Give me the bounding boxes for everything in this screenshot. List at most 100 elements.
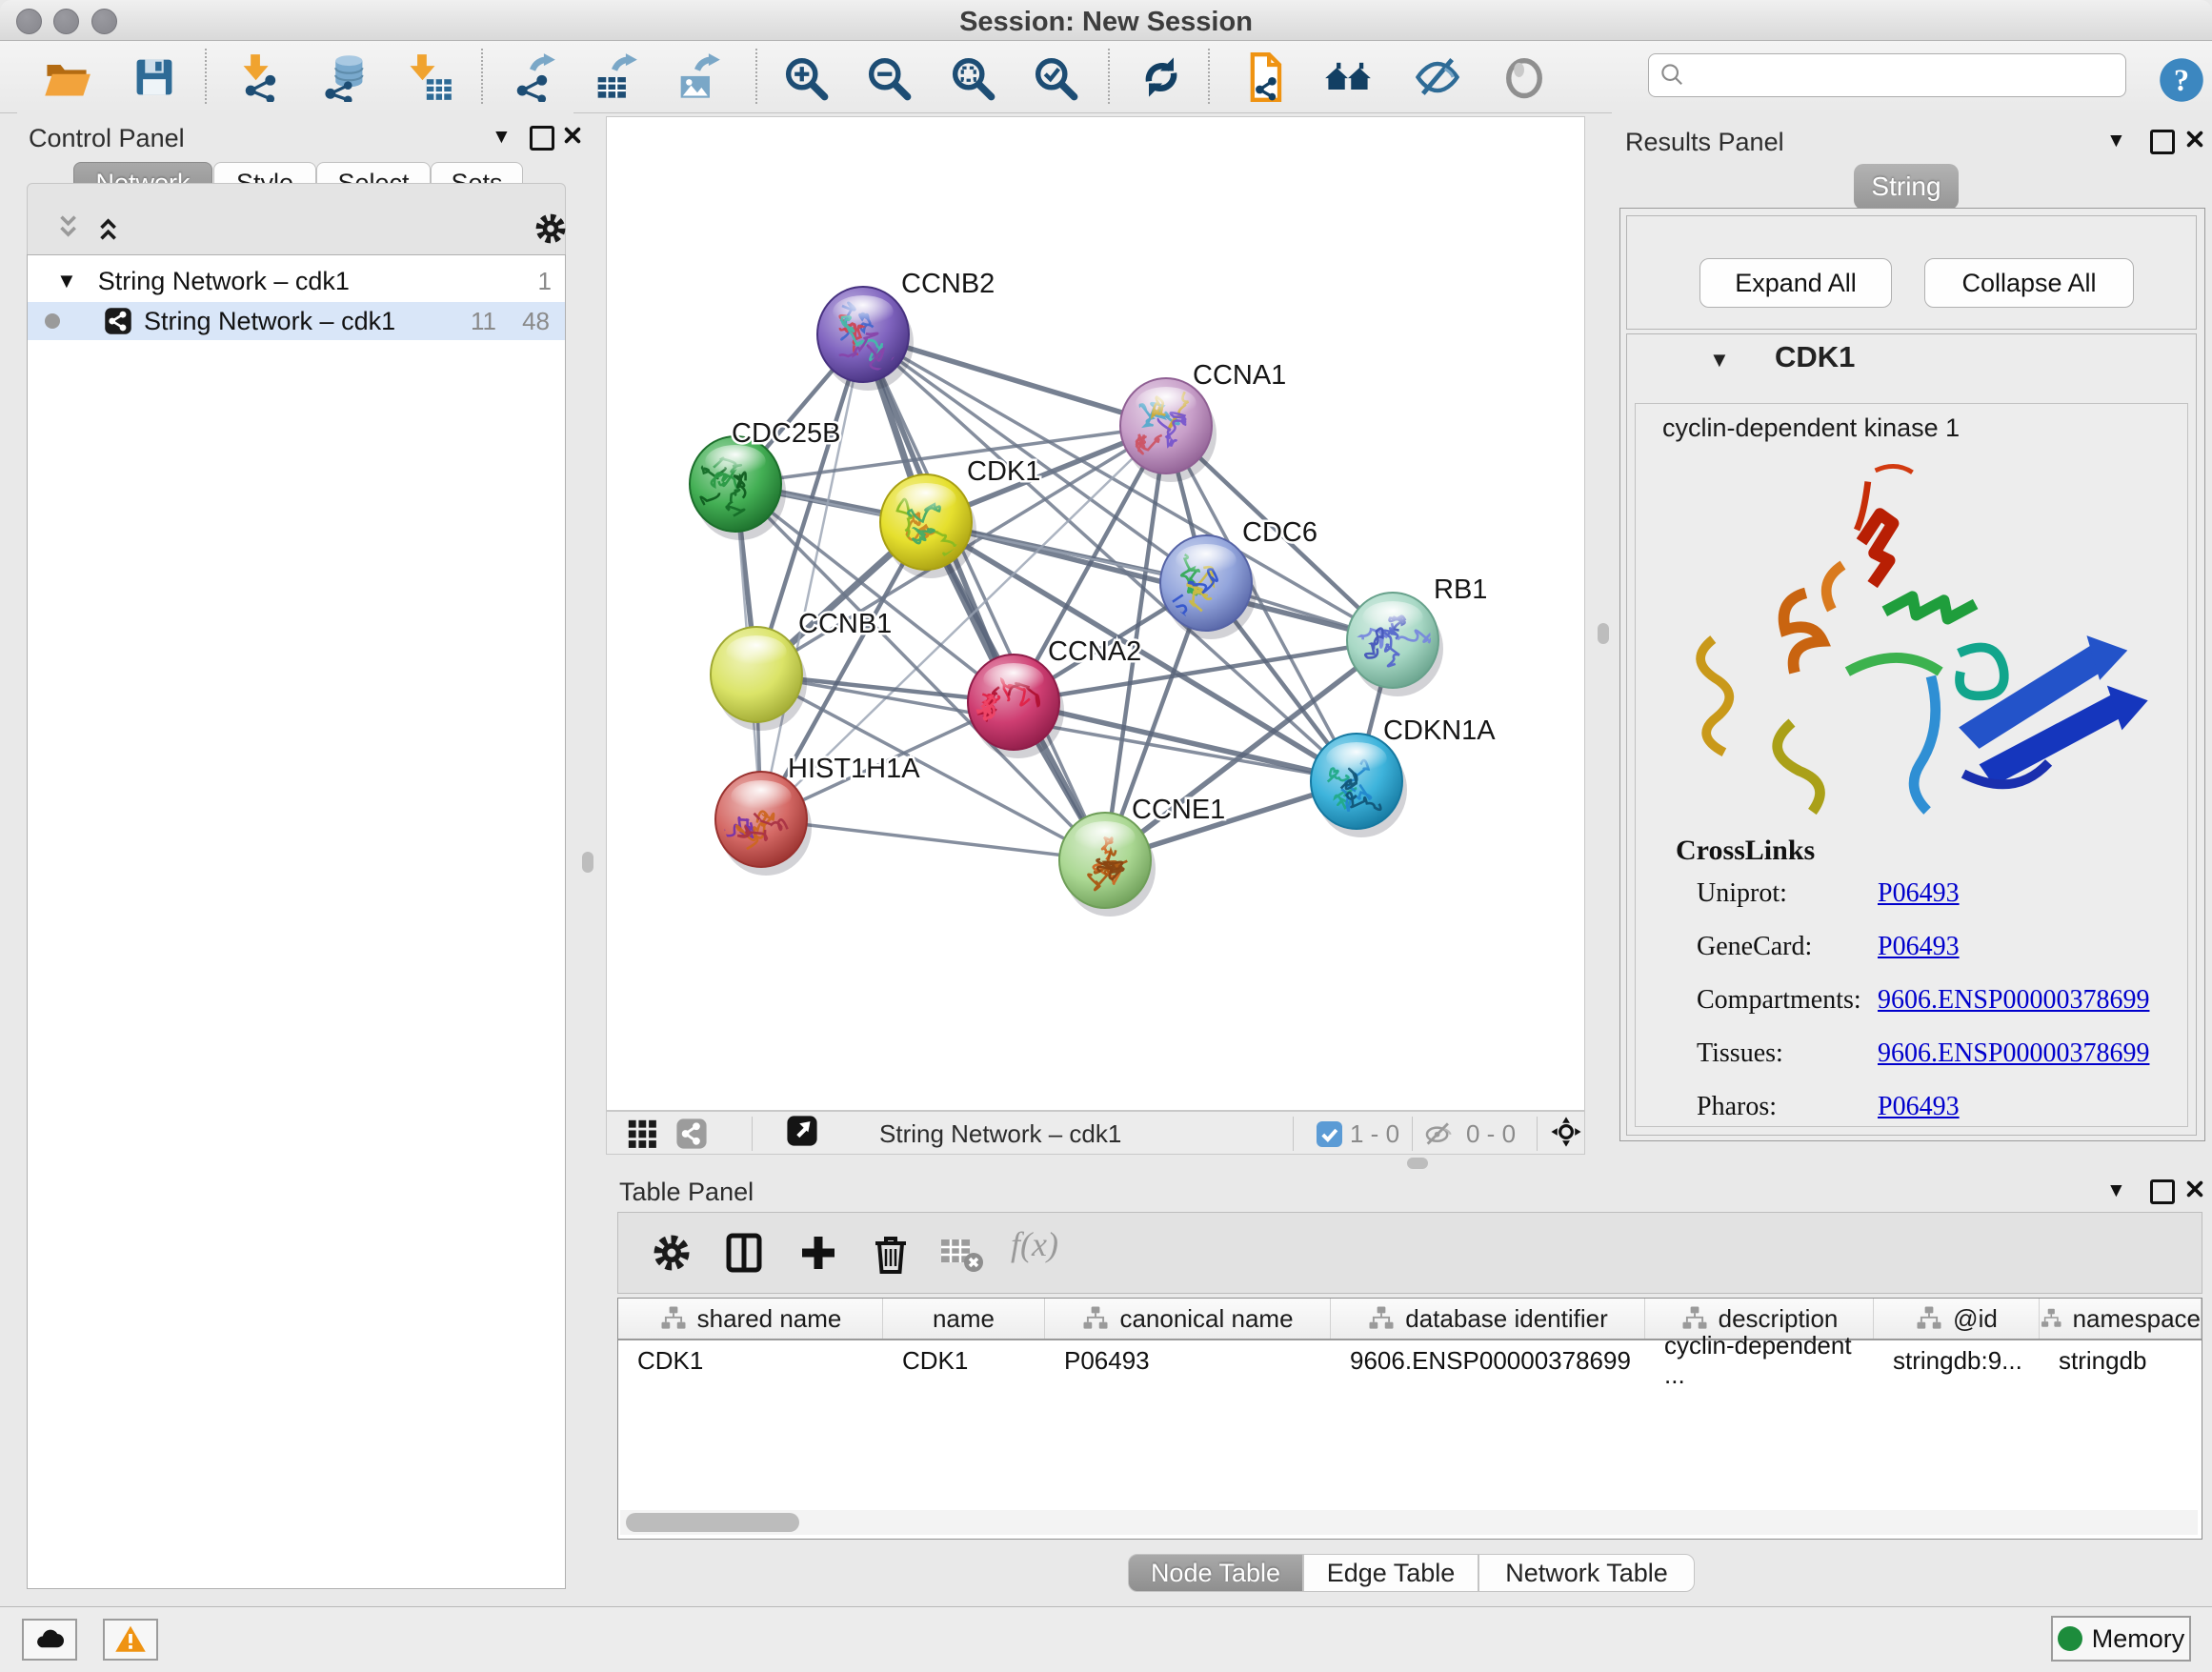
show-columns-icon[interactable] (721, 1230, 767, 1276)
control-panel-float-icon[interactable]: ▼ (492, 126, 512, 149)
node-RB1[interactable] (1347, 593, 1443, 696)
memory-button[interactable]: Memory (2051, 1616, 2191, 1662)
column-header-name[interactable]: name (883, 1299, 1045, 1339)
network-share-icon[interactable] (675, 1118, 708, 1150)
houses-icon[interactable] (1321, 50, 1375, 104)
grid-view-icon[interactable] (626, 1118, 658, 1150)
open-file-icon[interactable] (40, 50, 93, 104)
gear-icon[interactable] (532, 210, 570, 248)
export-table-icon[interactable] (588, 50, 641, 104)
zoom-in-icon[interactable] (778, 50, 832, 104)
search-input[interactable] (1689, 56, 2125, 94)
node-CDC6[interactable] (1160, 535, 1257, 639)
column-header-shared-name[interactable]: shared name (618, 1299, 883, 1339)
warnings-button[interactable] (103, 1619, 158, 1661)
table-panel-maximize-icon[interactable] (2150, 1179, 2175, 1204)
cell-database-identifier[interactable]: 9606.ENSP00000378699 (1331, 1340, 1645, 1380)
crosslink-label: GeneCard: (1697, 932, 1812, 962)
splitter-handle[interactable] (1598, 623, 1609, 644)
node-CDK1[interactable] (880, 474, 976, 578)
delete-trash-icon[interactable] (868, 1230, 914, 1276)
network-canvas[interactable]: CCNB2CCNA1CDC25BCDK1CDC6RB1CCNB1CCNA2CDK… (606, 116, 1585, 1111)
node-CDKN1A[interactable] (1311, 734, 1407, 837)
crosslink-label: Uniprot: (1697, 878, 1787, 909)
help-icon[interactable]: ? (2155, 53, 2208, 107)
cloud-button[interactable] (22, 1619, 77, 1661)
refresh-icon[interactable] (1135, 50, 1188, 104)
node-CCNA2[interactable] (968, 655, 1064, 758)
table-panel-float-icon[interactable]: ▼ (2106, 1179, 2126, 1202)
tree-expander-icon[interactable]: ▼ (56, 269, 77, 293)
add-column-icon[interactable] (795, 1230, 841, 1276)
crosshair-icon[interactable] (1550, 1116, 1586, 1152)
column-header--id[interactable]: @id (1874, 1299, 2040, 1339)
node-CCNE1[interactable] (1059, 813, 1156, 917)
zoom-out-icon[interactable] (861, 50, 915, 104)
tab-network-table[interactable]: Network Table (1478, 1554, 1695, 1592)
cell-namespace[interactable]: stringdb (2040, 1340, 2202, 1380)
node-CCNB2[interactable] (817, 287, 914, 391)
column-header-database-identifier[interactable]: database identifier (1331, 1299, 1645, 1339)
node-label-CDC6: CDC6 (1242, 517, 1317, 548)
scrollbar-thumb[interactable] (626, 1513, 799, 1532)
search-box[interactable] (1648, 53, 2126, 97)
zoom-fit-icon[interactable] (945, 50, 998, 104)
node-HIST1H1A[interactable] (715, 772, 812, 876)
cell-description[interactable]: cyclin-dependent ... (1645, 1340, 1874, 1380)
import-network-file-icon[interactable] (234, 50, 288, 104)
delete-table-icon[interactable] (938, 1230, 984, 1276)
control-panel-close-icon[interactable] (562, 125, 583, 151)
expand-all-icon[interactable] (93, 212, 126, 244)
column-header-namespace[interactable]: namespace (2040, 1299, 2202, 1339)
results-panel-maximize-icon[interactable] (2150, 130, 2175, 154)
expand-all-button[interactable]: Expand All (1699, 258, 1892, 308)
gene-expander-icon[interactable]: ▼ (1709, 348, 1730, 373)
edge-CCNB2-HIST1H1A[interactable] (761, 334, 863, 819)
tab-node-table[interactable]: Node Table (1128, 1554, 1303, 1592)
cell--id[interactable]: stringdb:9... (1874, 1340, 2040, 1380)
birdseye-view-icon[interactable] (786, 1115, 824, 1153)
cytoscape-window: { "window": {"title": "Session: New Sess… (0, 0, 2212, 1671)
export-image-icon[interactable] (671, 50, 724, 104)
node-CCNA1[interactable] (1120, 378, 1217, 482)
table-settings-gear-icon[interactable] (649, 1230, 694, 1276)
results-panel-close-icon[interactable] (2184, 129, 2205, 154)
show-details-icon[interactable] (1498, 50, 1551, 104)
crosslink-link[interactable]: 9606.ENSP00000378699 (1878, 1038, 2149, 1069)
export-network-icon[interactable] (506, 50, 559, 104)
cell-name[interactable]: CDK1 (883, 1340, 1045, 1380)
save-session-icon[interactable] (128, 50, 181, 104)
network-row-selected[interactable]: String Network – cdk1 11 48 (28, 302, 565, 340)
cell-canonical-name[interactable]: P06493 (1045, 1340, 1331, 1380)
selected-nodes-checkbox[interactable] (1317, 1121, 1342, 1147)
crosslink-link[interactable]: P06493 (1878, 932, 1960, 962)
collapse-all-button[interactable]: Collapse All (1924, 258, 2134, 308)
control-panel-maximize-icon[interactable] (530, 126, 554, 151)
tab-edge-table[interactable]: Edge Table (1303, 1554, 1478, 1592)
network-collection-row[interactable]: ▼ String Network – cdk1 1 (28, 262, 565, 300)
function-builder-icon[interactable]: f(x) (1011, 1224, 1056, 1270)
results-panel-float-icon[interactable]: ▼ (2106, 130, 2126, 152)
splitter-handle[interactable] (582, 852, 593, 873)
table-horizontal-scrollbar[interactable] (620, 1510, 2198, 1535)
zoom-selected-icon[interactable] (1028, 50, 1081, 104)
crosslink-link[interactable]: P06493 (1878, 878, 1960, 909)
hide-details-icon[interactable] (1411, 50, 1464, 104)
import-table-file-icon[interactable] (402, 50, 455, 104)
node-CDC25B[interactable] (690, 436, 786, 540)
splitter-handle[interactable] (1407, 1158, 1428, 1169)
edge-CCNE1-HIST1H1A[interactable] (761, 819, 1105, 860)
first-neighbors-icon[interactable] (1240, 50, 1294, 104)
statusbar-divider (1293, 1117, 1294, 1151)
column-header-canonical-name[interactable]: canonical name (1045, 1299, 1331, 1339)
table-panel-close-icon[interactable] (2184, 1178, 2205, 1204)
network-node-count: 11 (471, 307, 496, 336)
cell-shared-name[interactable]: CDK1 (618, 1340, 883, 1380)
tab-string[interactable]: String (1854, 164, 1959, 210)
collapse-all-icon[interactable] (53, 212, 86, 244)
hidden-eye-icon[interactable] (1422, 1118, 1455, 1150)
node-table-row[interactable]: CDK1CDK1P064939606.ENSP00000378699cyclin… (618, 1340, 2202, 1380)
import-network-database-icon[interactable] (318, 50, 372, 104)
crosslink-link[interactable]: 9606.ENSP00000378699 (1878, 985, 2149, 1016)
crosslink-link[interactable]: P06493 (1878, 1092, 1960, 1122)
